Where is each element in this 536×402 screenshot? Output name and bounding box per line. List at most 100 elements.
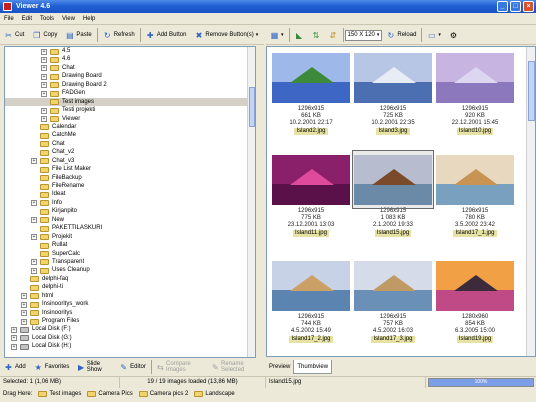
thumbnail-item[interactable]: 1296x915 1 083 KB 2.1.2002 19:33 Island15.j… (352, 150, 434, 237)
tree-item[interactable]: Test images (5, 97, 255, 107)
tree-item[interactable]: + New (5, 216, 255, 224)
tree-item[interactable]: + Local Disk (F:) (5, 325, 255, 333)
tab-preview[interactable]: Preview (266, 360, 293, 374)
tree-item[interactable]: + Info (5, 199, 255, 207)
drag-target-folder[interactable]: Test images (38, 391, 81, 397)
expand-icon[interactable]: + (21, 310, 27, 317)
refresh-button[interactable]: ↻ Refresh (99, 27, 139, 43)
expand-icon[interactable]: + (41, 73, 47, 80)
add-button[interactable]: ✚ Add (0, 359, 30, 375)
tab-thumbview[interactable]: Thumbview (293, 360, 333, 374)
drag-target-folder[interactable]: Camera pics 2 (138, 391, 188, 397)
expand-icon[interactable]: + (11, 335, 17, 342)
sort-ascending-button[interactable]: ⇅ (308, 27, 325, 43)
thumbnail-item[interactable]: 1296x915 775 KB 23.12.2001 13:03 Island11.j… (271, 151, 351, 237)
expand-icon[interactable]: + (31, 259, 37, 266)
thumbnail-item[interactable]: 1296x915 757 KB 4.5.2002 16:03 Island17_3.j… (353, 257, 433, 343)
cut-button[interactable]: ✂ Cut (0, 27, 28, 43)
tree-item[interactable]: delphi-faq (5, 275, 255, 283)
tree-item[interactable]: +4.5 (5, 47, 255, 55)
tree-item[interactable]: + Insinooritys_work (5, 300, 255, 308)
tree-item[interactable]: + Drawing Board (5, 72, 255, 80)
tree-item[interactable]: + FADGen (5, 89, 255, 97)
tree-item[interactable]: + html (5, 292, 255, 300)
thumbnail-item[interactable]: 1296x915 920 KB 22.12.2001 15:45 Island10.j… (435, 49, 515, 135)
paste-button[interactable]: ▤ Paste (61, 27, 95, 43)
tree-item[interactable]: Rullat (5, 241, 255, 249)
expand-icon[interactable]: + (41, 116, 47, 122)
thumbnail-item[interactable]: 1296x915 744 KB 4.5.2002 15:49 Island17_2.j… (271, 257, 351, 343)
tree-item[interactable]: FileRename (5, 182, 255, 190)
expand-icon[interactable]: + (41, 90, 47, 97)
thumbnail-item[interactable]: 1280x960 854 KB 6.3.2005 15:00 Island19.jpg (435, 257, 515, 343)
pane-splitter[interactable] (260, 46, 265, 358)
tree-item[interactable]: + Drawing Board 2 (5, 81, 255, 89)
drag-target-folder[interactable]: Camera Pics (87, 391, 133, 397)
copy-button[interactable]: ❐ Copy (28, 27, 61, 43)
tree-scrollbar[interactable] (247, 47, 255, 357)
tree-item[interactable]: +4.6 (5, 55, 255, 63)
tree-item[interactable]: + Uses Cleanup (5, 266, 255, 274)
tree-item[interactable]: + Local Disk (G:) (5, 334, 255, 342)
tree-item[interactable]: Kirjanpito (5, 207, 255, 215)
sort-descending-button[interactable]: ⇵ (325, 27, 342, 43)
minimize-button[interactable]: _ (497, 1, 508, 12)
tree-item[interactable]: SuperCalc (5, 250, 255, 258)
settings-button[interactable]: ⚙ (445, 27, 462, 43)
thumbnail-size-select[interactable]: 150 X 120 ▾ (344, 29, 383, 41)
menu-tools[interactable]: Tools (36, 16, 58, 22)
menu-view[interactable]: View (58, 16, 79, 22)
drag-target-folder[interactable]: Landscape (194, 391, 235, 397)
monitor-button[interactable]: ▭ ▾ (423, 27, 445, 43)
thumbnail-item[interactable]: 1296x915 725 KB 10.2.2001 22:35 Island3.jpg (353, 49, 433, 135)
thumbnail-item[interactable]: 1296x915 661 KB 10.2.2001 22:17 Island2.jpg (271, 49, 351, 135)
expand-icon[interactable]: + (21, 293, 27, 300)
close-button[interactable]: × (523, 1, 534, 12)
expand-icon[interactable]: + (31, 158, 37, 165)
expand-icon[interactable]: + (41, 65, 47, 72)
expand-icon[interactable]: + (31, 217, 37, 224)
tree-item[interactable]: + Program Files (5, 317, 255, 325)
menu-help[interactable]: Help (79, 16, 99, 22)
tree-item[interactable]: + Transparent (5, 258, 255, 266)
tree-item[interactable]: + Local Disk (H:) (5, 342, 255, 350)
expand-icon[interactable]: + (21, 318, 27, 325)
tree-item[interactable]: + Insinooritys (5, 309, 255, 317)
tree-item[interactable]: CatchMe (5, 131, 255, 139)
tree-item[interactable]: Chat_v2 (5, 148, 255, 156)
thumbnail-scrollbar-thumb[interactable] (528, 61, 535, 121)
expand-icon[interactable]: + (31, 200, 37, 207)
sort-button[interactable]: ◣ (291, 27, 308, 43)
rename-selected-button[interactable]: ✎ Rename Selected (208, 359, 264, 375)
tree-item[interactable]: delphi-ti (5, 283, 255, 291)
expand-icon[interactable]: + (31, 267, 37, 274)
expand-icon[interactable]: + (41, 107, 47, 114)
tree-item[interactable]: File List Maker (5, 165, 255, 173)
folder-tree[interactable]: +4.5 +4.6 + Chat + Drawing Board + Drawing Boar… (4, 46, 256, 358)
tree-item[interactable]: Calendar (5, 123, 255, 131)
tree-item[interactable]: + Testi projekti (5, 106, 255, 114)
slide-show-button[interactable]: ▶ Slide Show (73, 359, 115, 375)
tree-item[interactable]: PAKETTILASKURI (5, 224, 255, 232)
view-mode-button[interactable]: ▦ ▾ (266, 27, 288, 43)
tree-item[interactable]: + Projekit (5, 233, 255, 241)
favorites-button[interactable]: ★ Favorites (30, 359, 74, 375)
maximize-button[interactable]: □ (510, 1, 521, 12)
expand-icon[interactable]: + (41, 48, 47, 55)
menu-file[interactable]: File (0, 16, 18, 22)
expand-icon[interactable]: + (21, 301, 27, 308)
expand-icon[interactable]: + (41, 56, 47, 63)
tree-item[interactable]: Chat (5, 140, 255, 148)
tree-item[interactable]: + Viewer (5, 115, 255, 123)
menu-edit[interactable]: Edit (18, 16, 36, 22)
expand-icon[interactable]: + (31, 234, 37, 241)
tree-item[interactable]: + Chat_v3 (5, 157, 255, 165)
compare-images-button[interactable]: ⇆ Compare Images (153, 359, 208, 375)
tree-scrollbar-thumb[interactable] (249, 87, 255, 127)
thumbnail-scrollbar[interactable] (526, 47, 535, 356)
tree-item[interactable]: FileBackup (5, 174, 255, 182)
reload-button[interactable]: ↻ Reload (382, 27, 420, 43)
expand-icon[interactable]: + (41, 82, 47, 89)
tree-item[interactable]: + Chat (5, 64, 255, 72)
remove-button-s-button[interactable]: ✖ Remove Button(s) ▾ (190, 27, 262, 43)
